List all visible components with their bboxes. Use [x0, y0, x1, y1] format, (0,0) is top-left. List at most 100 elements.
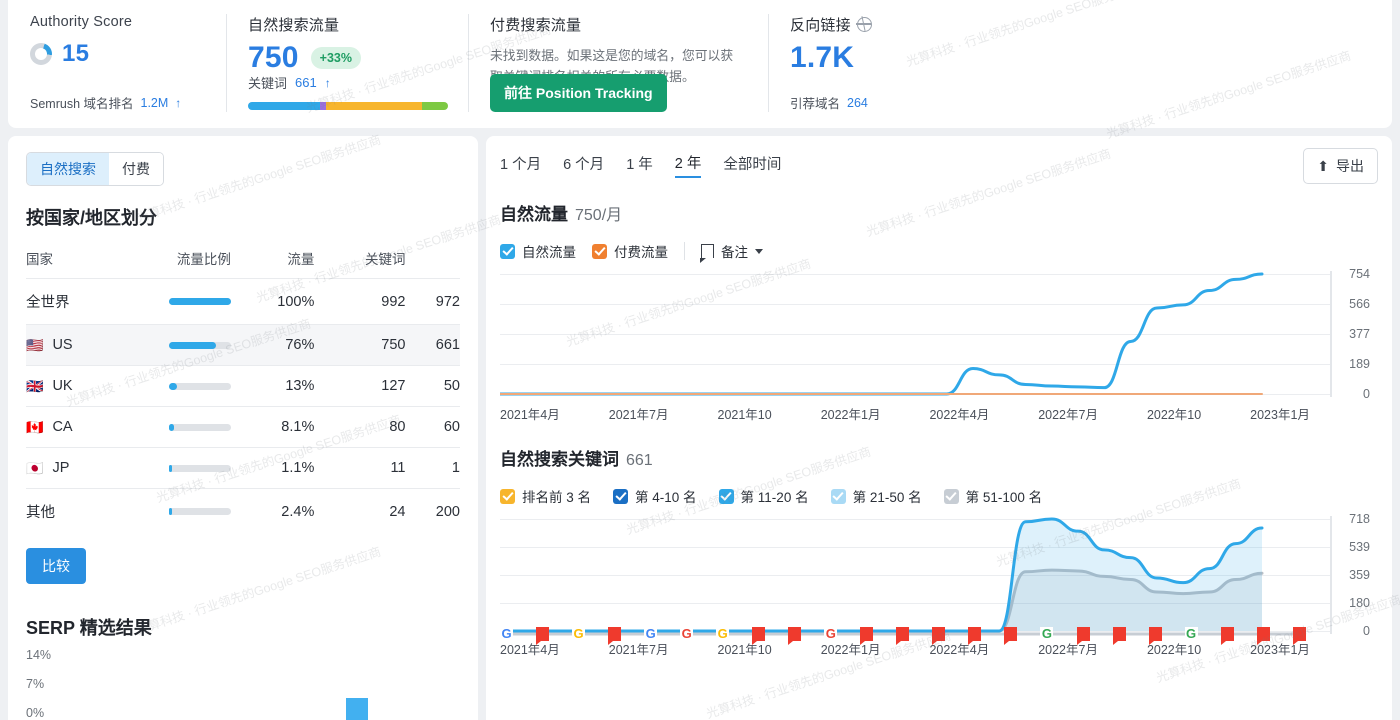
traffic-type-tab-1[interactable]: 付费: [109, 153, 163, 185]
traffic-percent-cell: 76%: [231, 325, 314, 366]
traffic-value-cell[interactable]: 127: [314, 366, 405, 407]
table-row[interactable]: 🇺🇸 US 76%750661: [26, 325, 460, 366]
algorithm-update-flag-icon[interactable]: [1113, 627, 1126, 641]
organic-traffic-chart-title-text: 自然流量: [500, 205, 568, 224]
keyword-legend-item-2[interactable]: 第 11-20 名: [719, 486, 809, 506]
serp-feature-bar-images[interactable]: [346, 698, 368, 720]
legend-label: 第 4-10 名: [635, 486, 697, 506]
keyword-legend-item-3[interactable]: 第 21-50 名: [831, 486, 922, 506]
google-update-icon[interactable]: G: [572, 627, 585, 641]
table-row[interactable]: 🇨🇦CA8.1%8060: [26, 407, 460, 448]
paid-traffic-card: 付费搜索流量 未找到数据。如果这是您的域名，您可以获取关键词排名相关的所有必要数…: [468, 0, 768, 128]
algorithm-update-flag-icon[interactable]: [1004, 627, 1017, 641]
date-range-0[interactable]: 1 个月: [500, 153, 541, 177]
referring-domains-value[interactable]: 264: [847, 96, 868, 110]
date-range-3[interactable]: 2 年: [675, 152, 702, 178]
algorithm-update-flag-icon[interactable]: [896, 627, 909, 641]
google-update-icon[interactable]: G: [1040, 627, 1053, 641]
legend-label: 第 11-20 名: [741, 486, 809, 506]
traffic-percent-cell: 2.4%: [231, 489, 314, 535]
country-name: 全世界: [26, 291, 70, 312]
checkbox[interactable]: [831, 489, 846, 504]
keywords-value-cell[interactable]: 1: [406, 448, 461, 489]
organic-keywords-yaxis: 7185393591800: [1334, 516, 1378, 634]
algorithm-update-flag-icon[interactable]: [1257, 627, 1270, 641]
traffic-share-bar: [169, 298, 231, 305]
algorithm-update-flag-icon[interactable]: [788, 627, 801, 641]
organic-keywords-value[interactable]: 661: [295, 75, 317, 90]
algorithm-update-flag-icon[interactable]: [968, 627, 981, 641]
legend-divider: [684, 242, 685, 260]
date-range-1[interactable]: 6 个月: [563, 153, 604, 177]
position-tracking-button[interactable]: 前往 Position Tracking: [490, 74, 667, 112]
algorithm-update-flag-icon[interactable]: [536, 627, 549, 641]
keyword-legend-item-0[interactable]: 排名前 3 名: [500, 486, 591, 506]
country-name: US: [52, 337, 72, 353]
traffic-value-cell[interactable]: 11: [314, 448, 405, 489]
google-update-icon[interactable]: G: [680, 627, 693, 641]
google-update-icon[interactable]: G: [716, 627, 729, 641]
date-range-4[interactable]: 全部时间: [723, 153, 781, 177]
keywords-chart-legend[interactable]: 排名前 3 名 第 4-10 名 第 11-20 名 第 21-50 名 第 51-10…: [500, 486, 1378, 506]
checkbox[interactable]: [944, 489, 959, 504]
algorithm-update-flag-icon[interactable]: [1221, 627, 1234, 641]
backlinks-card: 反向链接 1.7K 引荐域名 264: [768, 0, 998, 128]
table-row[interactable]: 其他2.4%24200: [26, 489, 460, 535]
serp-features-chart: 14% 7% 0%: [26, 654, 460, 720]
keywords-value-cell[interactable]: 60: [406, 407, 461, 448]
traffic-value-cell[interactable]: 750: [314, 325, 405, 366]
algorithm-update-flag-icon[interactable]: [932, 627, 945, 641]
table-row[interactable]: 🇬🇧UK13%12750: [26, 366, 460, 407]
table-row[interactable]: 全世界100%992972: [26, 279, 460, 325]
notes-dropdown[interactable]: 备注: [701, 241, 763, 261]
notes-label: 备注: [721, 241, 748, 261]
xtick-label: 2021年7月: [609, 404, 669, 423]
legend-label: 排名前 3 名: [522, 486, 591, 506]
semrush-rank-value[interactable]: 1.2M: [141, 96, 169, 110]
traffic-chart-legend[interactable]: 自然流量付费流量 备注: [500, 241, 1378, 261]
google-update-icon[interactable]: G: [824, 627, 837, 641]
keyword-legend-item-1[interactable]: 第 4-10 名: [613, 486, 697, 506]
traffic-type-tabs[interactable]: 自然搜索付费: [26, 152, 164, 186]
export-button[interactable]: ⬆ 导出: [1303, 148, 1378, 184]
country-flag-icon: 🇺🇸: [26, 338, 43, 352]
algorithm-update-flag-icon[interactable]: [860, 627, 873, 641]
organic-traffic-plot: [500, 271, 1310, 397]
checkbox[interactable]: [500, 489, 515, 504]
date-range-2[interactable]: 1 年: [626, 153, 653, 177]
google-update-icon[interactable]: G: [1185, 627, 1198, 641]
google-update-icon[interactable]: G: [500, 627, 513, 641]
xtick-label: 2022年4月: [929, 404, 989, 423]
referring-domains-label: 引荐域名: [790, 93, 840, 112]
traffic-share-fill: [169, 342, 216, 349]
checkbox[interactable]: [500, 244, 515, 259]
algorithm-update-flag-icon[interactable]: [608, 627, 621, 641]
xtick-label: 2022年10: [1147, 404, 1201, 423]
algorithm-update-flag-icon[interactable]: [1293, 627, 1306, 641]
serp-update-markers[interactable]: GGGGGGGG: [500, 626, 1306, 642]
table-row[interactable]: 🇯🇵JP1.1%111: [26, 448, 460, 489]
algorithm-update-flag-icon[interactable]: [752, 627, 765, 641]
google-update-icon[interactable]: G: [644, 627, 657, 641]
traffic-share-fill: [169, 465, 172, 472]
organic-traffic-change-badge: +33%: [311, 47, 361, 69]
checkbox[interactable]: [613, 489, 628, 504]
checkbox[interactable]: [719, 489, 734, 504]
traffic-legend-item-1[interactable]: 付费流量: [592, 241, 668, 261]
algorithm-update-flag-icon[interactable]: [1149, 627, 1162, 641]
compare-button[interactable]: 比较: [26, 548, 86, 584]
legend-label: 第 51-100 名: [966, 486, 1043, 506]
date-range-tabs[interactable]: 1 个月 6 个月 1 年 2 年全部时间: [500, 152, 1378, 178]
traffic-percent-cell: 100%: [231, 279, 314, 325]
traffic-value-cell[interactable]: 80: [314, 407, 405, 448]
traffic-legend-item-0[interactable]: 自然流量: [500, 241, 576, 261]
traffic-share-fill: [169, 383, 177, 390]
legend-label: 自然流量: [522, 241, 576, 261]
keywords-value-cell[interactable]: 50: [406, 366, 461, 407]
keywords-value-cell[interactable]: 661: [406, 325, 461, 366]
traffic-type-tab-0[interactable]: 自然搜索: [27, 153, 109, 185]
checkbox[interactable]: [592, 244, 607, 259]
keyword-legend-item-4[interactable]: 第 51-100 名: [944, 486, 1043, 506]
backlinks-value: 1.7K: [790, 41, 854, 75]
algorithm-update-flag-icon[interactable]: [1077, 627, 1090, 641]
